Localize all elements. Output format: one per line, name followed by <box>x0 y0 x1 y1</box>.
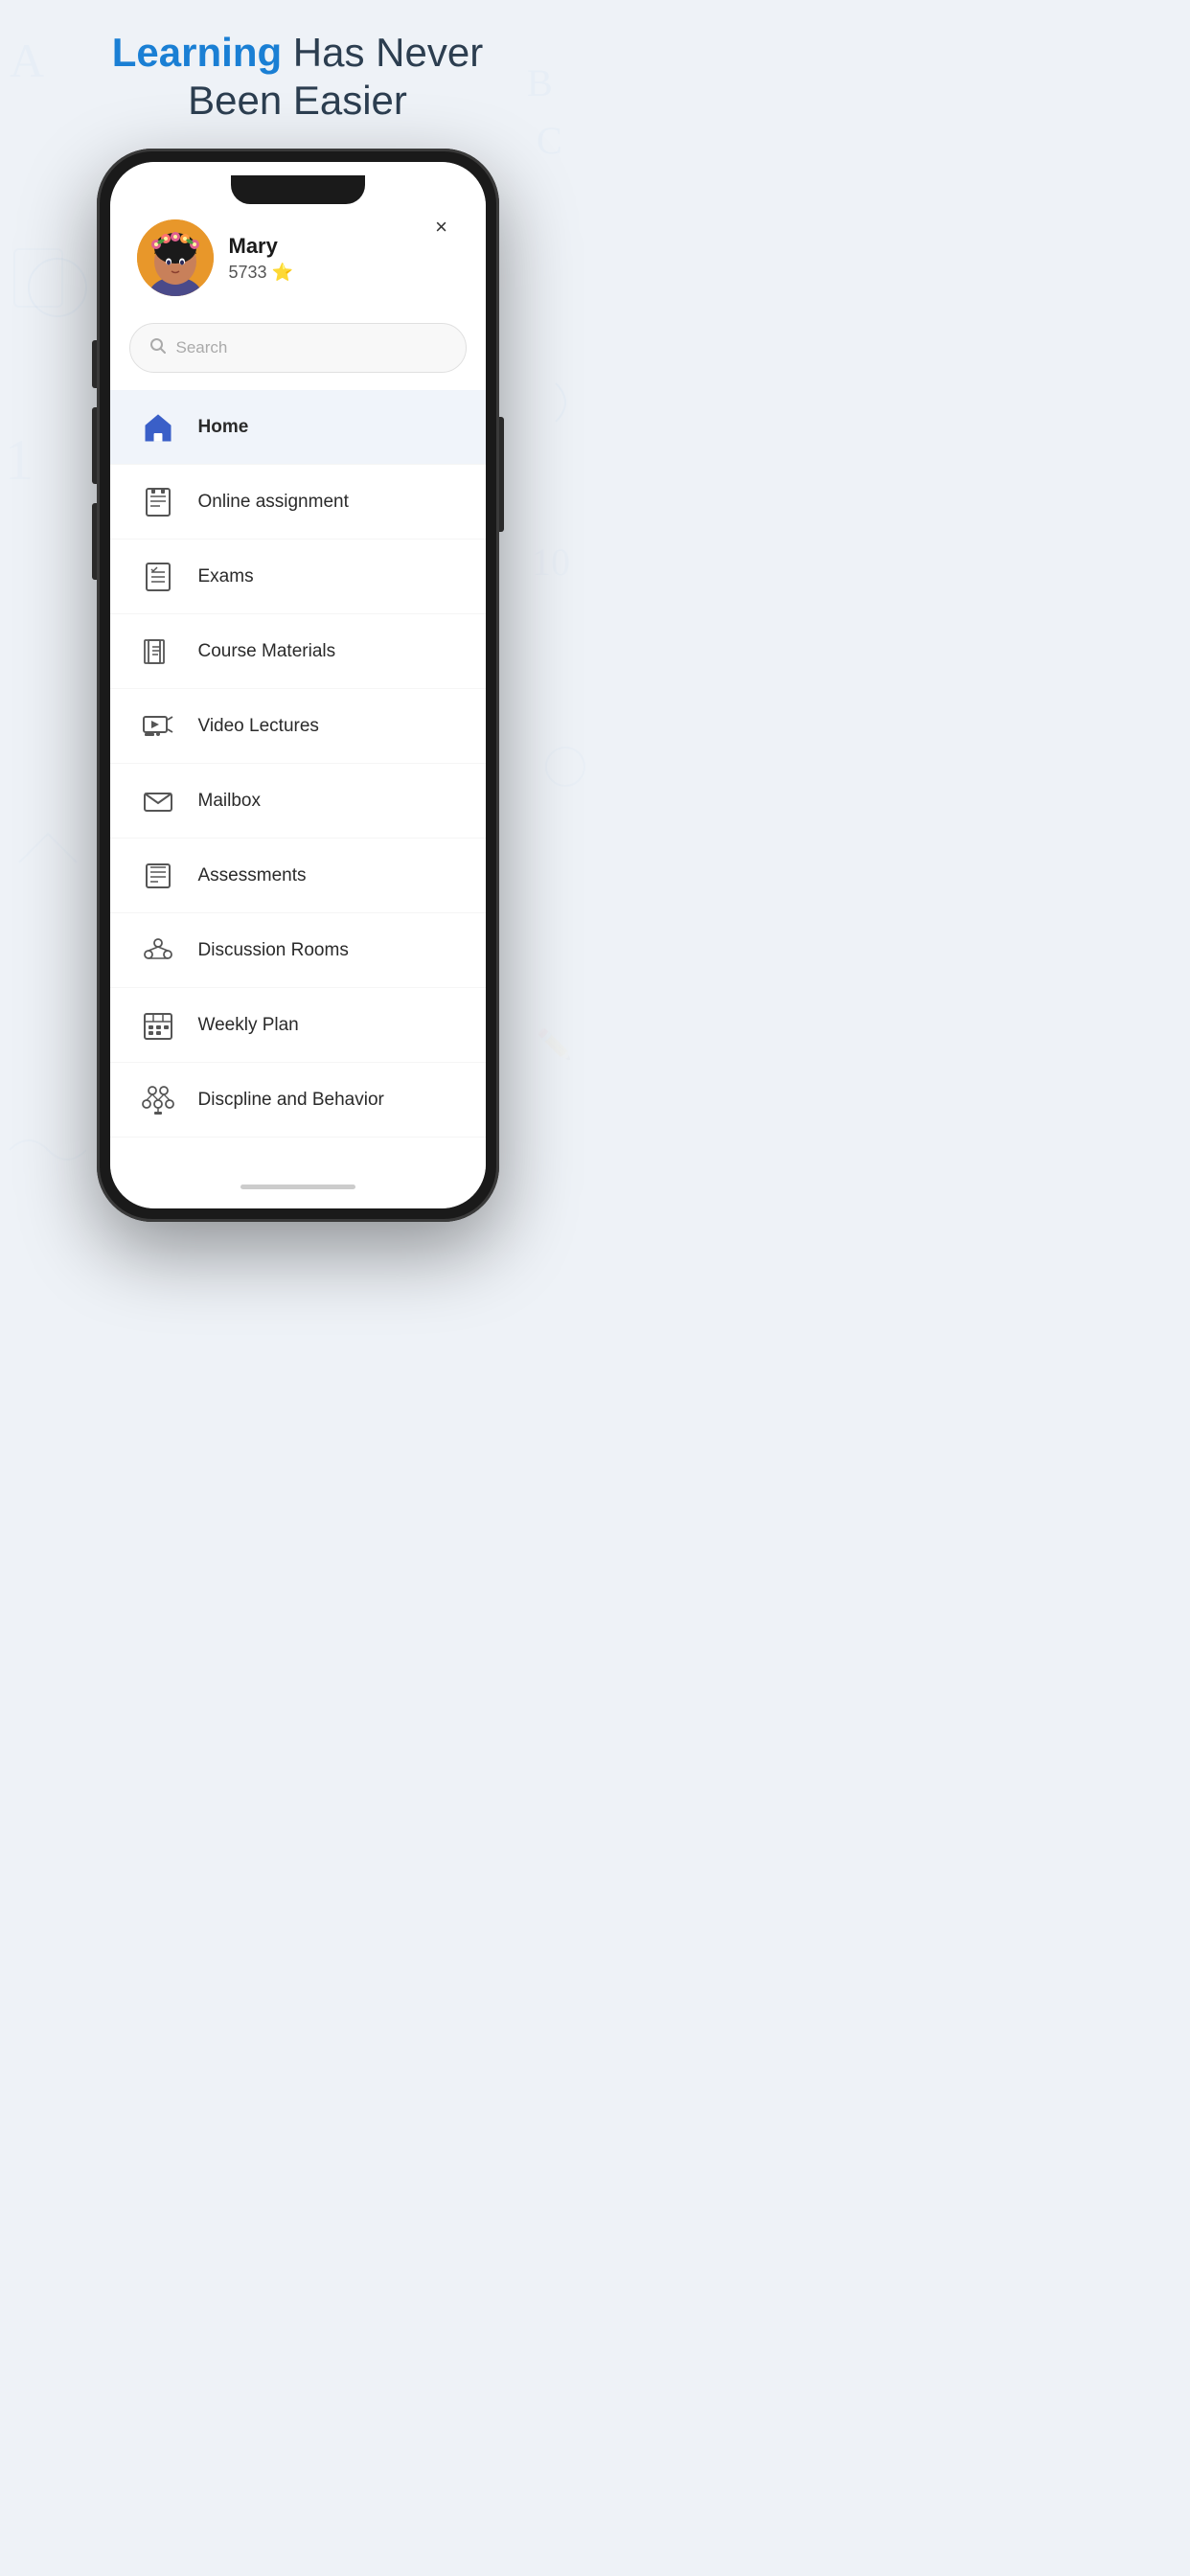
discussion-icon <box>137 930 179 972</box>
header-rest: Has Never <box>282 30 483 75</box>
user-info: Mary 5733 ⭐ <box>229 234 293 283</box>
close-button[interactable]: × <box>424 210 459 244</box>
menu-label-weekly: Weekly Plan <box>198 1015 299 1036</box>
menu-label-mailbox: Mailbox <box>198 791 261 812</box>
user-profile: Mary 5733 ⭐ <box>137 219 293 296</box>
mailbox-icon <box>137 780 179 822</box>
weekly-icon <box>137 1004 179 1046</box>
menu-item-discussion-rooms[interactable]: Discussion Rooms <box>110 913 486 988</box>
menu-label-assignment: Online assignment <box>198 492 349 513</box>
search-icon <box>149 337 167 359</box>
menu-item-home[interactable]: Home <box>110 390 486 465</box>
assessments-icon <box>137 855 179 897</box>
user-stars: 5733 ⭐ <box>229 263 293 283</box>
video-icon <box>137 705 179 748</box>
menu-item-online-assignment[interactable]: Online assignment <box>110 465 486 540</box>
menu-label-assessments: Assessments <box>198 865 307 886</box>
search-placeholder: Search <box>176 338 228 357</box>
menu-item-video-lectures[interactable]: Video Lectures <box>110 689 486 764</box>
phone-frame: × <box>97 149 499 1222</box>
phone-screen: × <box>110 162 486 1208</box>
menu-item-assessments[interactable]: Assessments <box>110 839 486 913</box>
user-name: Mary <box>229 234 293 259</box>
header-blue-word: Learning <box>112 30 282 75</box>
home-icon <box>137 406 179 448</box>
menu-item-weekly-plan[interactable]: Weekly Plan <box>110 988 486 1063</box>
header-line1: Learning Has Never <box>0 29 595 77</box>
svg-text:10: 10 <box>532 540 570 584</box>
header-line2: Been Easier <box>0 77 595 125</box>
menu-label-discipline: Discpline and Behavior <box>198 1090 384 1111</box>
phone-notch <box>231 175 365 204</box>
volume-down-button <box>92 503 97 580</box>
home-indicator <box>240 1184 355 1189</box>
menu-label-discussion: Discussion Rooms <box>198 940 349 961</box>
screen-content: × <box>110 162 486 1208</box>
power-button <box>499 417 504 532</box>
menu-label-course: Course Materials <box>198 641 336 662</box>
menu-list: Home Online assignment <box>110 390 486 1208</box>
menu-item-course-materials[interactable]: Course Materials <box>110 614 486 689</box>
assignment-icon <box>137 481 179 523</box>
svg-text:1: 1 <box>5 428 34 492</box>
menu-item-mailbox[interactable]: Mailbox <box>110 764 486 839</box>
avatar <box>137 219 214 296</box>
menu-item-exams[interactable]: Exams <box>110 540 486 614</box>
volume-up-button <box>92 407 97 484</box>
header-section: Learning Has Never Been Easier <box>0 29 595 126</box>
menu-label-exams: Exams <box>198 566 254 587</box>
volume-mute-button <box>92 340 97 388</box>
svg-text:✏️: ✏️ <box>537 1026 572 1061</box>
exams-icon <box>137 556 179 598</box>
menu-item-discipline[interactable]: Discpline and Behavior <box>110 1063 486 1138</box>
menu-label-home: Home <box>198 417 249 438</box>
course-icon <box>137 631 179 673</box>
menu-label-video: Video Lectures <box>198 716 319 737</box>
search-input[interactable]: Search <box>129 323 467 373</box>
discipline-icon <box>137 1079 179 1121</box>
